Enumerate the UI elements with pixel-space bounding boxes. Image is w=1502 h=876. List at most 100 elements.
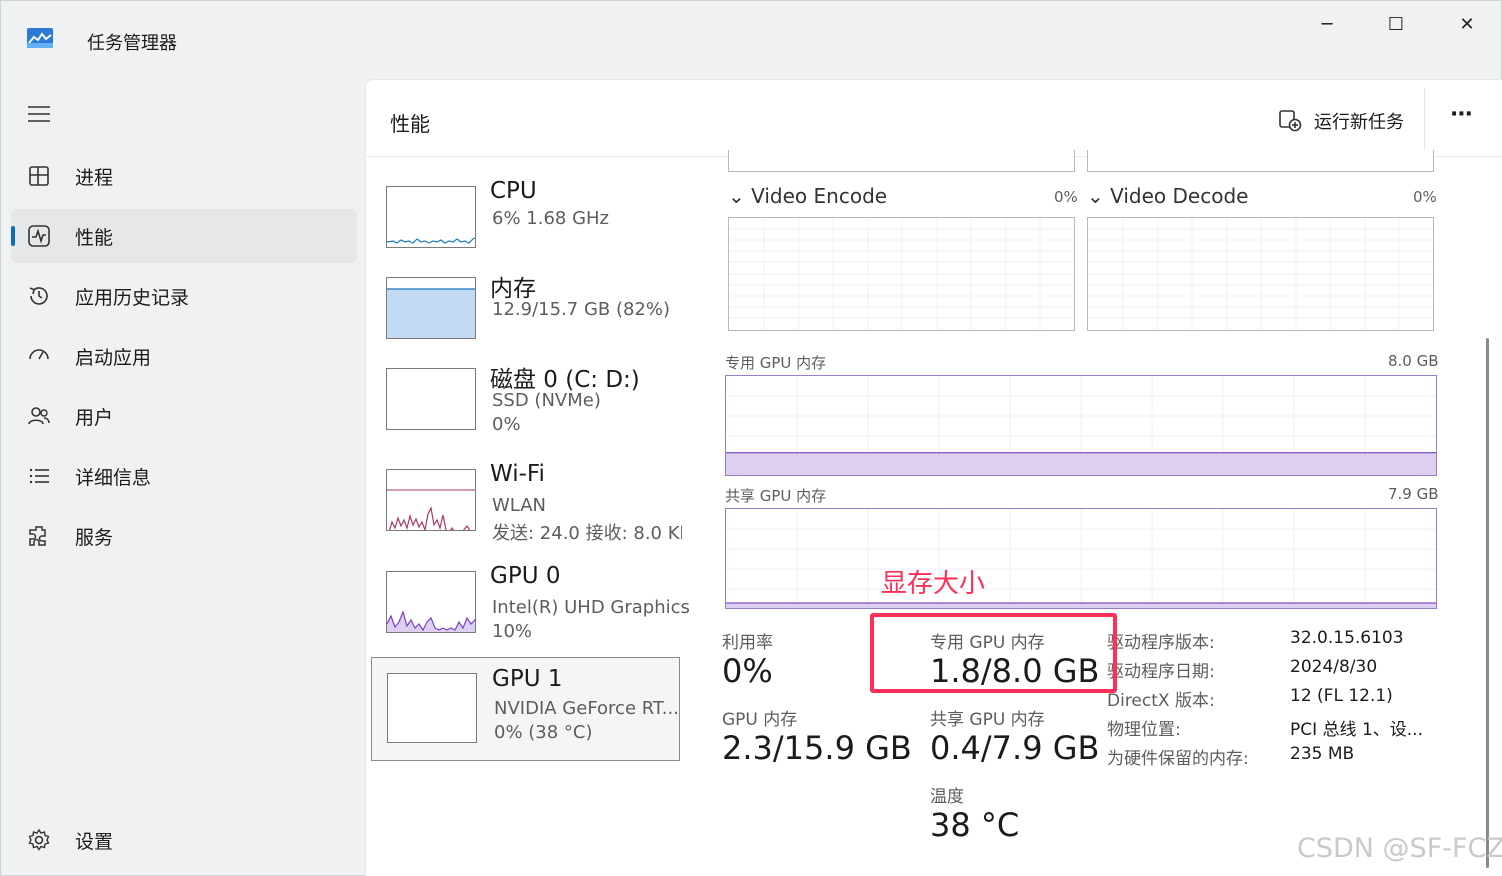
cpu-thumbnail	[386, 186, 476, 248]
task-manager-icon	[27, 28, 53, 48]
video-encode-title: Video Encode	[751, 184, 888, 208]
run-new-task-label: 运行新任务	[1314, 112, 1404, 133]
temperature-label: 温度	[930, 787, 964, 807]
device-wifi[interactable]: Wi-Fi WLAN 发送: 24.0 接收: 8.0 Kb	[372, 455, 682, 555]
services-icon	[27, 524, 51, 548]
shared-memory-fill	[726, 603, 1436, 608]
physical-location-value: PCI 总线 1、设...	[1290, 720, 1423, 740]
dedicated-memory-fill	[726, 452, 1436, 475]
video-decode-chart	[1087, 217, 1434, 331]
minimize-button[interactable]: ─	[1307, 13, 1347, 37]
memory-thumbnail	[386, 277, 476, 339]
driver-date-value: 2024/8/30	[1290, 657, 1378, 677]
video-decode-value: 0%	[1413, 188, 1437, 206]
video-decode-title: Video Decode	[1110, 184, 1249, 208]
video-encode-value: 0%	[1054, 188, 1078, 206]
header-separator	[1424, 88, 1425, 156]
sidebar-item-users[interactable]: 用户	[11, 389, 357, 443]
sidebar-item-details[interactable]: 详细信息	[11, 449, 357, 503]
video-encode-chart	[728, 217, 1075, 331]
sidebar-item-settings[interactable]: 设置	[11, 813, 357, 867]
run-new-task-button[interactable]: 运行新任务	[1278, 106, 1418, 136]
device-detail: NVIDIA GeForce RT...	[494, 698, 679, 719]
annotation-highlight-box	[870, 613, 1117, 693]
sidebar-item-label: 应用历史记录	[75, 287, 190, 309]
shared-memory-label: 共享 GPU 内存	[930, 710, 1045, 730]
annotation-label: 显存大小	[881, 569, 986, 599]
device-name: CPU	[490, 178, 537, 204]
device-detail: 6% 1.68 GHz	[492, 208, 610, 229]
dedicated-memory-chart	[725, 375, 1437, 476]
users-icon	[27, 404, 51, 428]
hardware-reserved-memory-value: 235 MB	[1290, 744, 1355, 764]
sidebar-item-label: 进程	[75, 167, 114, 189]
engine-chart-upper-left	[728, 150, 1075, 172]
chevron-down-icon: ⌄	[728, 184, 745, 208]
vertical-scrollbar[interactable]	[1486, 338, 1489, 868]
performance-icon	[27, 224, 51, 248]
sidebar-item-app-history[interactable]: 应用历史记录	[11, 269, 357, 323]
shared-memory-value: 0.4/7.9 GB	[930, 729, 1100, 767]
device-memory[interactable]: 内存 12.9/15.7 GB (82%)	[372, 263, 681, 363]
sidebar-item-startup-apps[interactable]: 启动应用	[11, 329, 357, 383]
close-button[interactable]: ✕	[1447, 13, 1487, 37]
utilization-value: 0%	[722, 652, 773, 690]
app-history-icon	[27, 284, 51, 308]
maximize-button[interactable]: ☐	[1376, 13, 1416, 37]
wifi-thumbnail	[386, 469, 476, 531]
device-name: 内存	[490, 276, 536, 302]
sidebar-item-label: 启动应用	[75, 347, 152, 369]
device-gpu-0[interactable]: GPU 0 Intel(R) UHD Graphics 10%	[372, 557, 690, 657]
temperature-value: 38 °C	[930, 806, 1020, 844]
details-icon	[27, 464, 51, 488]
new-task-icon	[1278, 108, 1302, 132]
performance-panel: 性能 运行新任务 ⋯ CPU 6% 1.68 GHz 内存 12.9/15.7 …	[365, 79, 1502, 876]
hamburger-menu-icon[interactable]	[27, 105, 51, 123]
title-bar: 任务管理器 ─ ☐ ✕	[1, 1, 1502, 79]
sidebar-item-label: 用户	[75, 407, 114, 429]
device-name: GPU 0	[490, 563, 561, 589]
sidebar-item-processes[interactable]: 进程	[11, 149, 357, 203]
shared-memory-chart-max: 7.9 GB	[1388, 485, 1439, 503]
hardware-reserved-memory-key: 为硬件保留的内存:	[1107, 749, 1249, 769]
disk-thumbnail	[386, 368, 476, 430]
utilization-label: 利用率	[722, 633, 773, 653]
device-cpu[interactable]: CPU 6% 1.68 GHz	[372, 172, 681, 272]
startup-apps-icon	[27, 344, 51, 368]
sidebar-item-services[interactable]: 服务	[11, 509, 357, 563]
video-decode-label[interactable]: ⌄ Video Decode	[1087, 184, 1248, 208]
device-throughput: 发送: 24.0 接收: 8.0 Kb	[492, 523, 682, 544]
gpu0-thumbnail	[386, 571, 476, 633]
sidebar-item-label: 详细信息	[75, 467, 152, 489]
device-usage: 0%	[492, 414, 521, 435]
more-options-button[interactable]: ⋯	[1442, 102, 1482, 136]
sidebar-item-label: 设置	[75, 831, 114, 853]
directx-version-value: 12 (FL 12.1)	[1290, 686, 1393, 706]
sidebar-item-label: 服务	[75, 527, 114, 549]
window-title: 任务管理器	[87, 33, 177, 54]
device-usage: 10%	[492, 621, 533, 642]
settings-icon	[27, 828, 51, 852]
sidebar-item-performance[interactable]: 性能	[11, 209, 357, 263]
device-name: 磁盘 0 (C: D:)	[490, 367, 640, 393]
task-manager-window: 任务管理器 ─ ☐ ✕ 进程 性能 应用历史记录 启动应用 用户 详细信息 服务…	[0, 0, 1502, 876]
directx-version-key: DirectX 版本:	[1107, 691, 1215, 711]
video-encode-label[interactable]: ⌄ Video Encode	[728, 184, 887, 208]
watermark: CSDN @SF-FCZ	[1297, 833, 1502, 864]
driver-version-key: 驱动程序版本:	[1107, 633, 1215, 653]
device-detail: WLAN	[492, 495, 547, 516]
dedicated-memory-chart-label: 专用 GPU 内存	[725, 354, 827, 372]
device-gpu-1[interactable]: GPU 1 NVIDIA GeForce RT... 0% (38 °C)	[371, 657, 680, 761]
page-title: 性能	[390, 112, 430, 136]
dedicated-memory-chart-max: 8.0 GB	[1388, 352, 1439, 370]
sidebar-item-label: 性能	[75, 227, 114, 249]
processes-icon	[27, 164, 51, 188]
device-detail: Intel(R) UHD Graphics	[492, 597, 690, 618]
device-detail: 12.9/15.7 GB (82%)	[492, 299, 671, 320]
device-disk[interactable]: 磁盘 0 (C: D:) SSD (NVMe) 0%	[372, 354, 681, 454]
device-usage: 0% (38 °C)	[494, 722, 593, 743]
gpu-memory-value: 2.3/15.9 GB	[722, 729, 912, 767]
device-name: Wi-Fi	[490, 461, 545, 487]
driver-version-value: 32.0.15.6103	[1290, 628, 1404, 648]
shared-memory-chart-label: 共享 GPU 内存	[725, 487, 827, 505]
